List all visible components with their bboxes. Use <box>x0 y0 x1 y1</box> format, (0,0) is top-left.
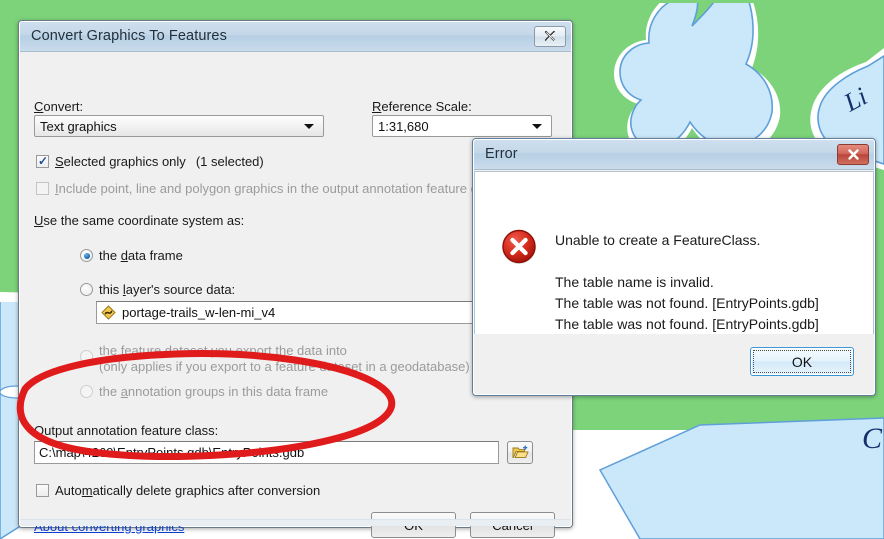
chevron-down-icon <box>304 123 314 129</box>
close-icon[interactable] <box>837 143 869 165</box>
error-circle-icon <box>500 228 538 271</box>
error-line-3: The table was not found. [EntryPoints.gd… <box>555 295 819 311</box>
layer-source-combobox[interactable]: portage-trails_w-len-mi_v4 <box>96 301 506 324</box>
radio-feature-dataset-sublabel: (only applies if you export to a feature… <box>99 359 470 374</box>
selected-graphics-count: (1 selected) <box>195 154 264 169</box>
convert-type-combobox[interactable]: Text graphics <box>34 115 324 137</box>
open-folder-icon <box>512 445 529 459</box>
reference-scale-combobox[interactable]: 1:31,680 <box>372 115 552 137</box>
error-line-4: The table was not found. [EntryPoints.gd… <box>555 316 819 332</box>
include-graphics-checkbox[interactable] <box>36 182 49 195</box>
radio-row-data-frame[interactable]: the data frame <box>80 248 183 263</box>
output-feature-class-label: Output annotation feature class: <box>34 423 219 438</box>
radio-this-layers-source-data-label: this layer's source data: <box>99 282 236 297</box>
convert-dialog-title: Convert Graphics To Features <box>31 28 227 44</box>
radio-the-data-frame[interactable] <box>80 249 93 262</box>
browse-folder-button[interactable] <box>507 441 533 464</box>
layer-diamond-icon <box>101 305 116 320</box>
error-message-body: Unable to create a FeatureClass. The tab… <box>474 171 874 335</box>
convert-type-value: Text graphics <box>40 118 117 134</box>
chevron-down-icon <box>532 123 542 129</box>
error-line-1 <box>555 251 819 272</box>
error-dialog-title: Error <box>485 146 518 162</box>
screen: Li C Convert Graphics To Features Conver… <box>0 0 884 539</box>
output-feature-class-input[interactable]: C:\map\4269\EntryPoints.gdb\EntryPoints.… <box>34 441 499 464</box>
radio-row-layer-source[interactable]: this layer's source data: <box>80 282 235 297</box>
error-line-2: The table name is invalid. <box>555 274 714 290</box>
output-feature-class-value: C:\map\4269\EntryPoints.gdb\EntryPoints.… <box>39 445 305 460</box>
auto-delete-row[interactable]: Automatically delete graphics after conv… <box>36 483 320 498</box>
include-graphics-row[interactable]: Include point, line and polygon graphics… <box>36 181 477 196</box>
selected-graphics-only-label: Selected graphics only <box>55 154 186 169</box>
reference-scale-value: 1:31,680 <box>378 118 429 134</box>
radio-this-layers-source-data[interactable] <box>80 283 93 296</box>
radio-row-annotation-groups[interactable]: the annotation groups in this data frame <box>80 384 328 399</box>
radio-row-feature-dataset[interactable]: the feature dataset you export the data … <box>80 343 470 375</box>
selected-graphics-only-checkbox[interactable]: ✓ <box>36 155 49 168</box>
radio-feature-dataset[interactable] <box>80 350 93 363</box>
auto-delete-graphics-label: Automatically delete graphics after conv… <box>55 483 321 498</box>
reference-scale-label: Reference Scale: <box>372 99 472 114</box>
coordinate-system-label: Use the same coordinate system as: <box>34 213 245 228</box>
include-graphics-label: Include point, line and polygon graphics… <box>55 181 478 196</box>
convert-dialog-titlebar[interactable]: Convert Graphics To Features <box>19 21 572 52</box>
map-label-c: C <box>862 422 883 455</box>
radio-the-data-frame-label: the data frame <box>99 248 183 263</box>
radio-feature-dataset-label: the feature dataset you export the data … <box>99 343 347 358</box>
error-dialog: Error Unable to create a FeatureClass. T… <box>472 138 876 396</box>
error-dialog-titlebar[interactable]: Error <box>473 139 875 170</box>
convert-label: Convert: <box>34 99 84 114</box>
radio-annotation-groups-label: the annotation groups in this data frame <box>99 384 329 399</box>
layer-source-value: portage-trails_w-len-mi_v4 <box>122 305 276 320</box>
radio-annotation-groups[interactable] <box>80 385 93 398</box>
selected-graphics-only-row[interactable]: ✓ Selected graphics only (1 selected) <box>36 154 264 169</box>
error-line-0: Unable to create a FeatureClass. <box>555 232 761 248</box>
error-dialog-footer: OK <box>474 334 874 394</box>
close-icon[interactable] <box>534 25 566 47</box>
error-ok-label: OK <box>791 353 813 370</box>
error-ok-button[interactable]: OK <box>750 347 854 376</box>
auto-delete-graphics-checkbox[interactable] <box>36 484 49 497</box>
